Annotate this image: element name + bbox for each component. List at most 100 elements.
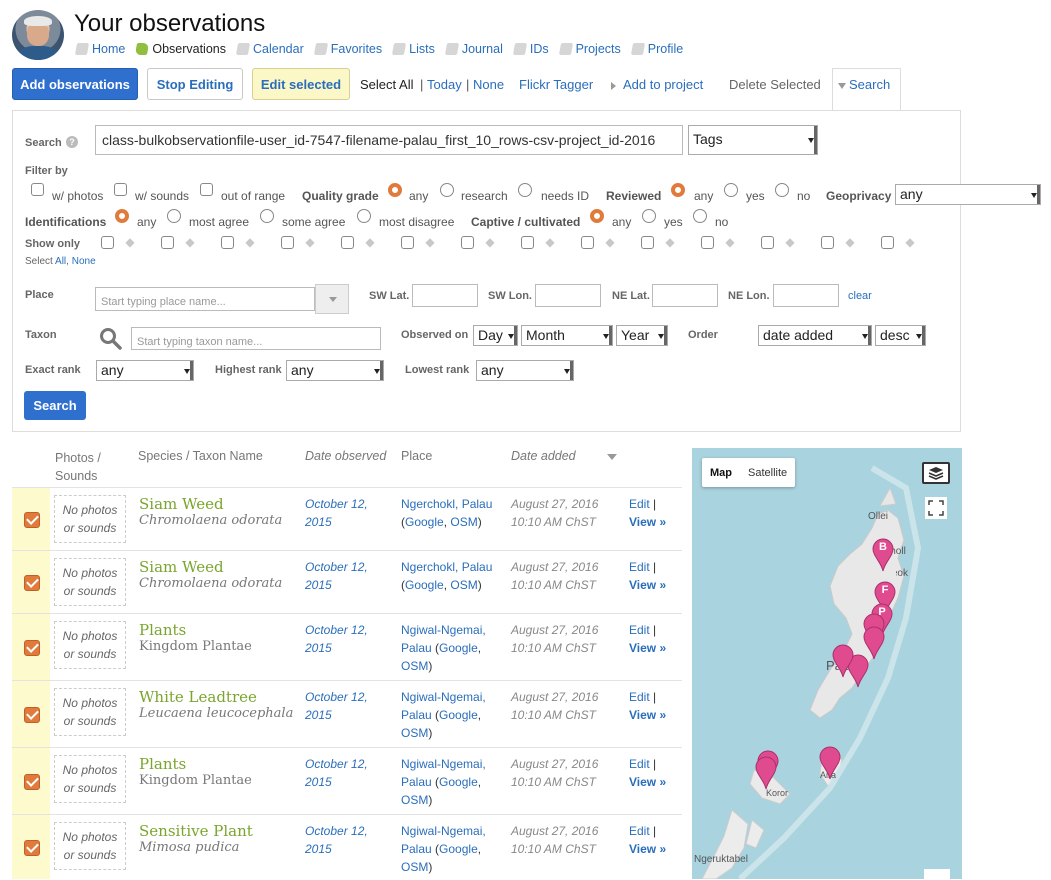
mammalia-checkbox[interactable] [461, 236, 474, 249]
nav-item-lists[interactable]: Lists [392, 42, 435, 56]
flickr-tagger-link[interactable]: Flickr Tagger [519, 77, 593, 92]
view-link[interactable]: View » [629, 775, 666, 789]
geoprivacy-select[interactable]: any [895, 184, 1041, 205]
common-name-link[interactable]: Siam Weed [139, 558, 224, 576]
place-dropdown-button[interactable] [315, 284, 349, 314]
amphibia-checkbox[interactable] [341, 236, 354, 249]
arachnida-checkbox[interactable] [581, 236, 594, 249]
sounds-checkbox[interactable] [114, 183, 127, 196]
ident-any-radio[interactable] [115, 209, 129, 223]
view-link[interactable]: View » [629, 842, 666, 856]
highest-rank-select[interactable]: any [286, 360, 384, 381]
nav-item-projects[interactable]: Projects [558, 42, 621, 56]
mollusca-checkbox[interactable] [221, 236, 234, 249]
osm-link[interactable]: OSM [401, 659, 428, 673]
order-select[interactable]: date added [758, 325, 872, 346]
row-select-checkbox[interactable] [24, 840, 40, 856]
date-observed-header[interactable]: Date observed [305, 449, 386, 463]
row-select-checkbox[interactable] [24, 707, 40, 723]
select-none-link[interactable]: None [473, 77, 504, 92]
select-none-taxa-link[interactable]: None [72, 256, 96, 267]
search-submit-button[interactable]: Search [24, 391, 86, 420]
layers-icon[interactable] [922, 462, 950, 484]
photos-checkbox[interactable] [31, 183, 44, 196]
nav-item-home[interactable]: Home [74, 42, 125, 56]
observations-map[interactable]: Ollei Choll Melekeok Palau Koror Airai N… [692, 448, 962, 879]
nav-item-favorites[interactable]: Favorites [313, 42, 382, 56]
select-today-link[interactable]: Today [427, 77, 462, 92]
select-all-taxa-link[interactable]: All [55, 256, 66, 267]
out-of-range-checkbox[interactable] [200, 183, 213, 196]
edit-link[interactable]: Edit [629, 824, 650, 838]
osm-link[interactable]: OSM [401, 726, 428, 740]
map-marker[interactable]: B [872, 538, 894, 572]
date-observed-link[interactable]: October 12, 2015 [305, 621, 395, 657]
edit-link[interactable]: Edit [629, 623, 650, 637]
captive-yes-radio[interactable] [642, 209, 656, 223]
day-select[interactable]: Day [473, 325, 518, 346]
map-type-satellite-button[interactable]: Satellite [740, 458, 795, 487]
aves-checkbox[interactable] [281, 236, 294, 249]
map-marker[interactable] [755, 756, 777, 790]
lowest-rank-select[interactable]: any [476, 360, 574, 381]
protozoa-checkbox[interactable] [761, 236, 774, 249]
nav-item-observations[interactable]: Observations [135, 42, 226, 56]
ident-some-agree-radio[interactable] [260, 209, 274, 223]
ident-most-disagree-radio[interactable] [357, 209, 371, 223]
captive-no-radio[interactable] [693, 209, 707, 223]
reviewed-no-radio[interactable] [775, 183, 789, 197]
reviewed-yes-radio[interactable] [724, 183, 738, 197]
view-link[interactable]: View » [629, 515, 666, 529]
select-all-link[interactable]: All [399, 77, 413, 92]
place-input[interactable]: Start typing place name... [95, 287, 315, 311]
exact-rank-select[interactable]: any [96, 360, 194, 381]
common-name-link[interactable]: Plants [139, 755, 186, 773]
year-select[interactable]: Year [616, 325, 668, 346]
nav-item-ids[interactable]: IDs [512, 42, 549, 56]
clear-coords-link[interactable]: clear [848, 290, 872, 302]
date-observed-link[interactable]: October 12, 2015 [305, 558, 395, 594]
edit-selected-button[interactable]: Edit selected [252, 68, 350, 100]
sort-desc-icon[interactable] [607, 454, 617, 460]
date-observed-link[interactable]: October 12, 2015 [305, 688, 395, 724]
common-name-link[interactable]: Sensitive Plant [139, 822, 253, 840]
place-link[interactable]: Ngerchokl, Palau [401, 560, 492, 574]
add-observations-button[interactable]: Add observations [12, 68, 138, 100]
osm-link[interactable]: OSM [401, 793, 428, 807]
google-link[interactable]: Google [439, 641, 478, 655]
google-link[interactable]: Google [405, 578, 444, 592]
sw-lat-input[interactable] [412, 284, 478, 307]
google-link[interactable]: Google [439, 775, 478, 789]
google-link[interactable]: Google [405, 515, 444, 529]
ident-most-agree-radio[interactable] [167, 209, 181, 223]
map-marker[interactable] [819, 746, 841, 780]
fullscreen-icon[interactable] [925, 497, 947, 519]
reptilia-checkbox[interactable] [401, 236, 414, 249]
insecta-checkbox[interactable] [641, 236, 654, 249]
view-link[interactable]: View » [629, 708, 666, 722]
stop-editing-button[interactable]: Stop Editing [147, 68, 243, 100]
sw-lon-input[interactable] [535, 284, 601, 307]
nav-item-profile[interactable]: Profile [630, 42, 683, 56]
osm-link[interactable]: OSM [450, 515, 477, 529]
google-link[interactable]: Google [439, 708, 478, 722]
edit-link[interactable]: Edit [629, 497, 650, 511]
help-icon[interactable]: ? [66, 136, 78, 148]
reviewed-any-radio[interactable] [671, 183, 685, 197]
add-to-project-link[interactable]: Add to project [611, 77, 703, 92]
common-name-link[interactable]: Siam Weed [139, 495, 224, 513]
fungi-checkbox[interactable] [701, 236, 714, 249]
edit-link[interactable]: Edit [629, 757, 650, 771]
quality-research-radio[interactable] [440, 183, 454, 197]
map-marker[interactable] [832, 644, 854, 678]
place-header[interactable]: Place [401, 449, 432, 463]
date-observed-link[interactable]: October 12, 2015 [305, 755, 395, 791]
osm-link[interactable]: OSM [450, 578, 477, 592]
view-link[interactable]: View » [629, 578, 666, 592]
row-select-checkbox[interactable] [24, 512, 40, 528]
date-observed-link[interactable]: October 12, 2015 [305, 822, 395, 858]
month-select[interactable]: Month [521, 325, 613, 346]
osm-link[interactable]: OSM [401, 860, 428, 874]
google-link[interactable]: Google [439, 842, 478, 856]
edit-link[interactable]: Edit [629, 560, 650, 574]
